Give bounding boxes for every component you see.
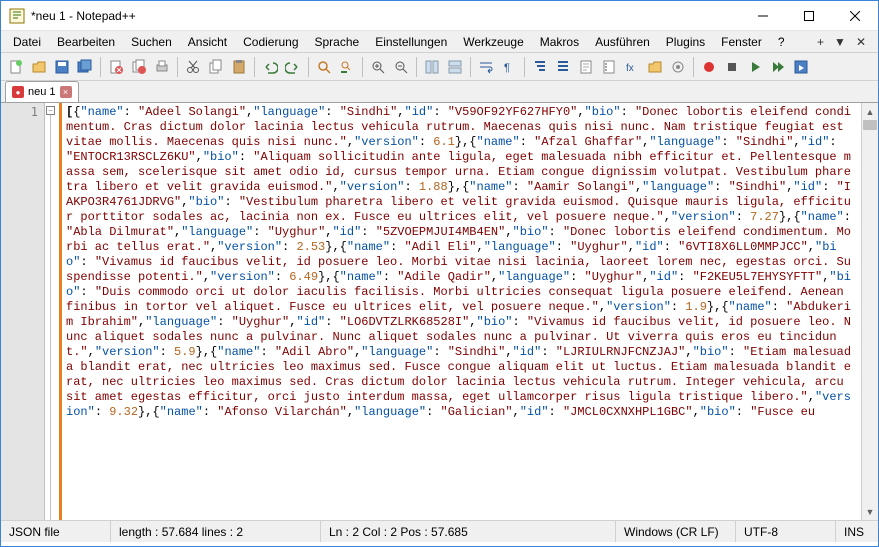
cut-icon[interactable] [182,56,204,78]
status-position: Ln : 2 Col : 2 Pos : 57.685 [321,521,616,542]
menu-einstellungen[interactable]: Einstellungen [367,33,455,51]
window-title: *neu 1 - Notepad++ [31,9,740,23]
line-number: 1 [1,105,38,120]
close-button[interactable] [832,1,878,31]
status-length: length : 57.684 lines : 2 [111,521,321,542]
redo-icon[interactable] [282,56,304,78]
maximize-button[interactable] [786,1,832,31]
menu-makros[interactable]: Makros [532,33,587,51]
save-all-icon[interactable] [74,56,96,78]
menubar-plus-button[interactable]: + [817,35,824,49]
toolbar: ¶ fx [1,53,878,81]
menu-ansicht[interactable]: Ansicht [180,33,235,51]
line-number-gutter: 1 [1,103,45,520]
new-file-icon[interactable] [5,56,27,78]
tab-label: neu 1 [28,86,56,98]
save-icon[interactable] [51,56,73,78]
scroll-up-icon[interactable]: ▲ [862,103,878,120]
menu-ausfuehren[interactable]: Ausführen [587,33,658,51]
play-multi-icon[interactable] [767,56,789,78]
menu-help[interactable]: ? [770,33,793,51]
close-file-icon[interactable] [105,56,127,78]
menu-suchen[interactable]: Suchen [123,33,180,51]
vertical-scrollbar[interactable]: ▲ ▼ [861,103,878,520]
copy-icon[interactable] [205,56,227,78]
zoom-out-icon[interactable] [390,56,412,78]
paste-icon[interactable] [228,56,250,78]
undo-icon[interactable] [259,56,281,78]
menu-codierung[interactable]: Codierung [235,33,306,51]
status-eol[interactable]: Windows (CR LF) [616,521,736,542]
menu-werkzeuge[interactable]: Werkzeuge [455,33,531,51]
fold-line [50,115,51,520]
sync-v-icon[interactable] [421,56,443,78]
folder-workspace-icon[interactable] [644,56,666,78]
menubar-dropdown-button[interactable]: ▼ [834,35,846,49]
user-lang-icon[interactable] [552,56,574,78]
function-list-icon[interactable]: fx [621,56,643,78]
fold-toggle-icon[interactable]: − [46,106,55,115]
menu-bearbeiten[interactable]: Bearbeiten [49,33,123,51]
zoom-in-icon[interactable] [367,56,389,78]
svg-text:fx: fx [626,63,634,74]
code-editor[interactable]: [{"name": "Adeel Solangi","language": "S… [62,103,861,520]
app-icon [9,8,25,24]
minimize-button[interactable] [740,1,786,31]
tabbar: ● neu 1 × [1,81,878,103]
monitoring-icon[interactable] [667,56,689,78]
status-encoding[interactable]: UTF-8 [736,521,836,542]
play-macro-icon[interactable] [744,56,766,78]
save-macro-icon[interactable] [790,56,812,78]
scroll-down-icon[interactable]: ▼ [862,503,878,520]
status-insert-mode[interactable]: INS [836,521,878,542]
doc-list-icon[interactable] [598,56,620,78]
record-macro-icon[interactable] [698,56,720,78]
file-modified-icon: ● [12,86,24,98]
menu-plugins[interactable]: Plugins [658,33,713,51]
wordwrap-icon[interactable] [475,56,497,78]
editor-area: 1 − [{"name": "Adeel Solangi","language"… [1,103,878,520]
menu-sprache[interactable]: Sprache [307,33,368,51]
tab-close-icon[interactable]: × [60,86,72,98]
status-filetype: JSON file [1,521,111,542]
indent-guide-icon[interactable] [529,56,551,78]
scroll-thumb[interactable] [863,120,877,130]
titlebar: *neu 1 - Notepad++ [1,1,878,31]
stop-macro-icon[interactable] [721,56,743,78]
replace-icon[interactable] [336,56,358,78]
sync-h-icon[interactable] [444,56,466,78]
close-all-icon[interactable] [128,56,150,78]
doc-map-icon[interactable] [575,56,597,78]
tab-neu-1[interactable]: ● neu 1 × [5,81,79,102]
menu-datei[interactable]: Datei [5,33,49,51]
fold-column: − [45,103,59,520]
menu-fenster[interactable]: Fenster [713,33,770,51]
svg-text:¶: ¶ [504,62,510,74]
find-icon[interactable] [313,56,335,78]
statusbar: JSON file length : 57.684 lines : 2 Ln :… [1,520,878,542]
menubar: Datei Bearbeiten Suchen Ansicht Codierun… [1,31,878,53]
show-all-chars-icon[interactable]: ¶ [498,56,520,78]
print-icon[interactable] [151,56,173,78]
open-file-icon[interactable] [28,56,50,78]
menubar-close-button[interactable]: ✕ [856,35,866,49]
